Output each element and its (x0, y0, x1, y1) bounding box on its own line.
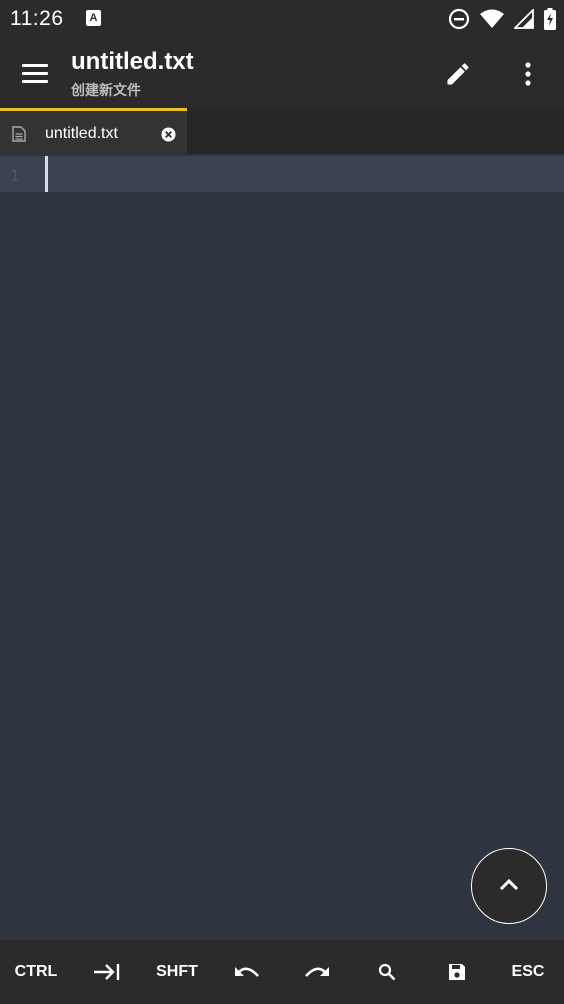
status-time: 11:26 (10, 7, 64, 30)
file-icon (12, 126, 26, 142)
ctrl-key[interactable]: CTRL (0, 940, 72, 1004)
shift-key[interactable]: SHFT (142, 940, 212, 1004)
tab-label: untitled.txt (45, 125, 118, 142)
redo-icon (305, 967, 329, 977)
scroll-up-button[interactable] (471, 848, 547, 924)
status-bar: 11:26 A (0, 0, 564, 38)
page-subtitle: 创建新文件 (71, 82, 141, 98)
tab-key[interactable] (72, 940, 142, 1004)
search-button[interactable] (352, 940, 422, 1004)
more-vertical-icon[interactable] (518, 60, 538, 88)
save-icon (449, 964, 465, 980)
bottom-toolbar: CTRL SHFT ESC (0, 940, 564, 1004)
esc-key[interactable]: ESC (492, 940, 564, 1004)
close-circle-icon[interactable] (161, 127, 176, 142)
chevron-up-icon (499, 878, 519, 891)
wifi-icon (480, 9, 504, 28)
tab-arrow-icon (94, 964, 120, 980)
undo-icon (235, 967, 259, 977)
status-icons (448, 8, 556, 30)
signal-icon (514, 9, 534, 29)
search-icon (378, 963, 396, 981)
tab-untitled[interactable]: untitled.txt (0, 108, 187, 154)
redo-button[interactable] (282, 940, 352, 1004)
pencil-icon[interactable] (444, 60, 472, 88)
a-icon: A (86, 10, 101, 26)
text-cursor (45, 156, 48, 192)
hamburger-menu-icon[interactable] (22, 64, 48, 83)
page-title: untitled.txt (71, 48, 194, 75)
current-line[interactable]: 1 (0, 156, 564, 192)
save-button[interactable] (422, 940, 492, 1004)
undo-button[interactable] (212, 940, 282, 1004)
battery-charging-icon (544, 8, 556, 30)
tab-bar: untitled.txt (0, 108, 564, 154)
app-bar: untitled.txt 创建新文件 (0, 38, 564, 108)
dnd-icon (448, 8, 470, 30)
line-number: 1 (10, 166, 20, 185)
code-editor[interactable]: 1 (0, 154, 564, 940)
